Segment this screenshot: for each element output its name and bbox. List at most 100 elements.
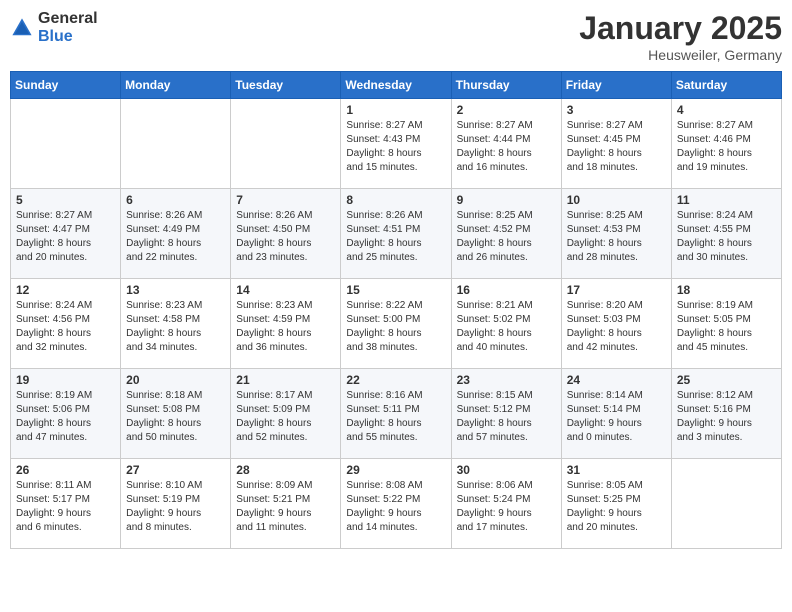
logo: General Blue <box>10 10 98 46</box>
day-number: 25 <box>677 373 776 387</box>
calendar-table: SundayMondayTuesdayWednesdayThursdayFrid… <box>10 71 782 549</box>
day-number: 22 <box>346 373 445 387</box>
day-info: Sunrise: 8:27 AM Sunset: 4:43 PM Dayligh… <box>346 119 445 175</box>
calendar-cell: 31 Sunrise: 8:05 AM Sunset: 5:25 PM Dayli… <box>561 459 671 549</box>
calendar-cell: 2 Sunrise: 8:27 AM Sunset: 4:44 PM Daylig… <box>451 99 561 189</box>
day-number: 28 <box>236 463 335 477</box>
day-number: 11 <box>677 193 776 207</box>
calendar-cell: 12 Sunrise: 8:24 AM Sunset: 4:56 PM Dayli… <box>11 279 121 369</box>
day-number: 2 <box>457 103 556 117</box>
day-number: 19 <box>16 373 115 387</box>
day-info: Sunrise: 8:11 AM Sunset: 5:17 PM Dayligh… <box>16 479 115 535</box>
calendar-cell: 14 Sunrise: 8:23 AM Sunset: 4:59 PM Dayli… <box>231 279 341 369</box>
calendar-cell: 7Sunrise: 8:26 AM Sunset: 4:50 PM Daylig… <box>231 189 341 279</box>
calendar-cell: 25 Sunrise: 8:12 AM Sunset: 5:16 PM Dayli… <box>671 369 781 459</box>
title-section: January 2025 Heusweiler, Germany <box>579 10 782 63</box>
day-number: 29 <box>346 463 445 477</box>
day-info: Sunrise: 8:27 AM Sunset: 4:45 PM Dayligh… <box>567 119 666 175</box>
day-info: Sunrise: 8:26 AM Sunset: 4:49 PM Dayligh… <box>126 209 225 265</box>
logo-blue-text: Blue <box>38 28 73 45</box>
weekday-header-thursday: Thursday <box>451 72 561 99</box>
day-number: 20 <box>126 373 225 387</box>
calendar-cell: 30Sunrise: 8:06 AM Sunset: 5:24 PM Dayli… <box>451 459 561 549</box>
calendar-cell <box>231 99 341 189</box>
calendar-week-row: 26Sunrise: 8:11 AM Sunset: 5:17 PM Dayli… <box>11 459 782 549</box>
day-info: Sunrise: 8:18 AM Sunset: 5:08 PM Dayligh… <box>126 389 225 445</box>
calendar-cell: 27 Sunrise: 8:10 AM Sunset: 5:19 PM Dayli… <box>121 459 231 549</box>
calendar-cell: 1 Sunrise: 8:27 AM Sunset: 4:43 PM Daylig… <box>341 99 451 189</box>
calendar-cell: 16 Sunrise: 8:21 AM Sunset: 5:02 PM Dayli… <box>451 279 561 369</box>
day-info: Sunrise: 8:20 AM Sunset: 5:03 PM Dayligh… <box>567 299 666 355</box>
calendar-week-row: 12 Sunrise: 8:24 AM Sunset: 4:56 PM Dayli… <box>11 279 782 369</box>
calendar-cell: 3 Sunrise: 8:27 AM Sunset: 4:45 PM Daylig… <box>561 99 671 189</box>
day-number: 5 <box>16 193 115 207</box>
day-info: Sunrise: 8:24 AM Sunset: 4:56 PM Dayligh… <box>16 299 115 355</box>
day-info: Sunrise: 8:14 AM Sunset: 5:14 PM Dayligh… <box>567 389 666 445</box>
calendar-cell: 10Sunrise: 8:25 AM Sunset: 4:53 PM Dayli… <box>561 189 671 279</box>
day-number: 21 <box>236 373 335 387</box>
day-number: 18 <box>677 283 776 297</box>
day-info: Sunrise: 8:23 AM Sunset: 4:59 PM Dayligh… <box>236 299 335 355</box>
day-info: Sunrise: 8:17 AM Sunset: 5:09 PM Dayligh… <box>236 389 335 445</box>
calendar-cell: 23 Sunrise: 8:15 AM Sunset: 5:12 PM Dayli… <box>451 369 561 459</box>
logo-icon <box>10 16 34 40</box>
day-number: 17 <box>567 283 666 297</box>
day-number: 12 <box>16 283 115 297</box>
day-info: Sunrise: 8:19 AM Sunset: 5:06 PM Dayligh… <box>16 389 115 445</box>
month-title: January 2025 <box>579 10 782 47</box>
calendar-cell: 8Sunrise: 8:26 AM Sunset: 4:51 PM Daylig… <box>341 189 451 279</box>
day-info: Sunrise: 8:22 AM Sunset: 5:00 PM Dayligh… <box>346 299 445 355</box>
day-number: 6 <box>126 193 225 207</box>
day-number: 9 <box>457 193 556 207</box>
weekday-header-saturday: Saturday <box>671 72 781 99</box>
calendar-cell <box>671 459 781 549</box>
day-info: Sunrise: 8:26 AM Sunset: 4:51 PM Dayligh… <box>346 209 445 265</box>
calendar-week-row: 19 Sunrise: 8:19 AM Sunset: 5:06 PM Dayli… <box>11 369 782 459</box>
day-info: Sunrise: 8:27 AM Sunset: 4:44 PM Dayligh… <box>457 119 556 175</box>
day-number: 3 <box>567 103 666 117</box>
day-info: Sunrise: 8:15 AM Sunset: 5:12 PM Dayligh… <box>457 389 556 445</box>
day-number: 27 <box>126 463 225 477</box>
calendar-week-row: 5 Sunrise: 8:27 AM Sunset: 4:47 PM Daylig… <box>11 189 782 279</box>
calendar-cell: 28 Sunrise: 8:09 AM Sunset: 5:21 PM Dayli… <box>231 459 341 549</box>
day-info: Sunrise: 8:12 AM Sunset: 5:16 PM Dayligh… <box>677 389 776 445</box>
day-number: 14 <box>236 283 335 297</box>
day-info: Sunrise: 8:10 AM Sunset: 5:19 PM Dayligh… <box>126 479 225 535</box>
calendar-cell: 5 Sunrise: 8:27 AM Sunset: 4:47 PM Daylig… <box>11 189 121 279</box>
calendar-cell: 4 Sunrise: 8:27 AM Sunset: 4:46 PM Daylig… <box>671 99 781 189</box>
day-number: 15 <box>346 283 445 297</box>
day-number: 24 <box>567 373 666 387</box>
logo-general-text: General <box>38 10 98 27</box>
day-number: 4 <box>677 103 776 117</box>
day-info: Sunrise: 8:09 AM Sunset: 5:21 PM Dayligh… <box>236 479 335 535</box>
day-number: 16 <box>457 283 556 297</box>
day-info: Sunrise: 8:25 AM Sunset: 4:52 PM Dayligh… <box>457 209 556 265</box>
day-number: 31 <box>567 463 666 477</box>
day-number: 23 <box>457 373 556 387</box>
weekday-header-tuesday: Tuesday <box>231 72 341 99</box>
weekday-header-wednesday: Wednesday <box>341 72 451 99</box>
weekday-header-row: SundayMondayTuesdayWednesdayThursdayFrid… <box>11 72 782 99</box>
calendar-cell <box>11 99 121 189</box>
calendar-week-row: 1 Sunrise: 8:27 AM Sunset: 4:43 PM Daylig… <box>11 99 782 189</box>
calendar-cell: 18Sunrise: 8:19 AM Sunset: 5:05 PM Dayli… <box>671 279 781 369</box>
day-info: Sunrise: 8:08 AM Sunset: 5:22 PM Dayligh… <box>346 479 445 535</box>
calendar-cell: 29 Sunrise: 8:08 AM Sunset: 5:22 PM Dayli… <box>341 459 451 549</box>
day-info: Sunrise: 8:05 AM Sunset: 5:25 PM Dayligh… <box>567 479 666 535</box>
day-info: Sunrise: 8:16 AM Sunset: 5:11 PM Dayligh… <box>346 389 445 445</box>
calendar-cell <box>121 99 231 189</box>
weekday-header-monday: Monday <box>121 72 231 99</box>
calendar-cell: 24 Sunrise: 8:14 AM Sunset: 5:14 PM Dayli… <box>561 369 671 459</box>
calendar-cell: 26Sunrise: 8:11 AM Sunset: 5:17 PM Dayli… <box>11 459 121 549</box>
day-info: Sunrise: 8:27 AM Sunset: 4:47 PM Dayligh… <box>16 209 115 265</box>
location-title: Heusweiler, Germany <box>579 47 782 63</box>
calendar-cell: 15 Sunrise: 8:22 AM Sunset: 5:00 PM Dayli… <box>341 279 451 369</box>
day-info: Sunrise: 8:27 AM Sunset: 4:46 PM Dayligh… <box>677 119 776 175</box>
day-number: 1 <box>346 103 445 117</box>
calendar-cell: 19 Sunrise: 8:19 AM Sunset: 5:06 PM Dayli… <box>11 369 121 459</box>
day-info: Sunrise: 8:21 AM Sunset: 5:02 PM Dayligh… <box>457 299 556 355</box>
calendar-cell: 17 Sunrise: 8:20 AM Sunset: 5:03 PM Dayli… <box>561 279 671 369</box>
calendar-cell: 21 Sunrise: 8:17 AM Sunset: 5:09 PM Dayli… <box>231 369 341 459</box>
day-info: Sunrise: 8:25 AM Sunset: 4:53 PM Dayligh… <box>567 209 666 265</box>
calendar-cell: 22 Sunrise: 8:16 AM Sunset: 5:11 PM Dayli… <box>341 369 451 459</box>
